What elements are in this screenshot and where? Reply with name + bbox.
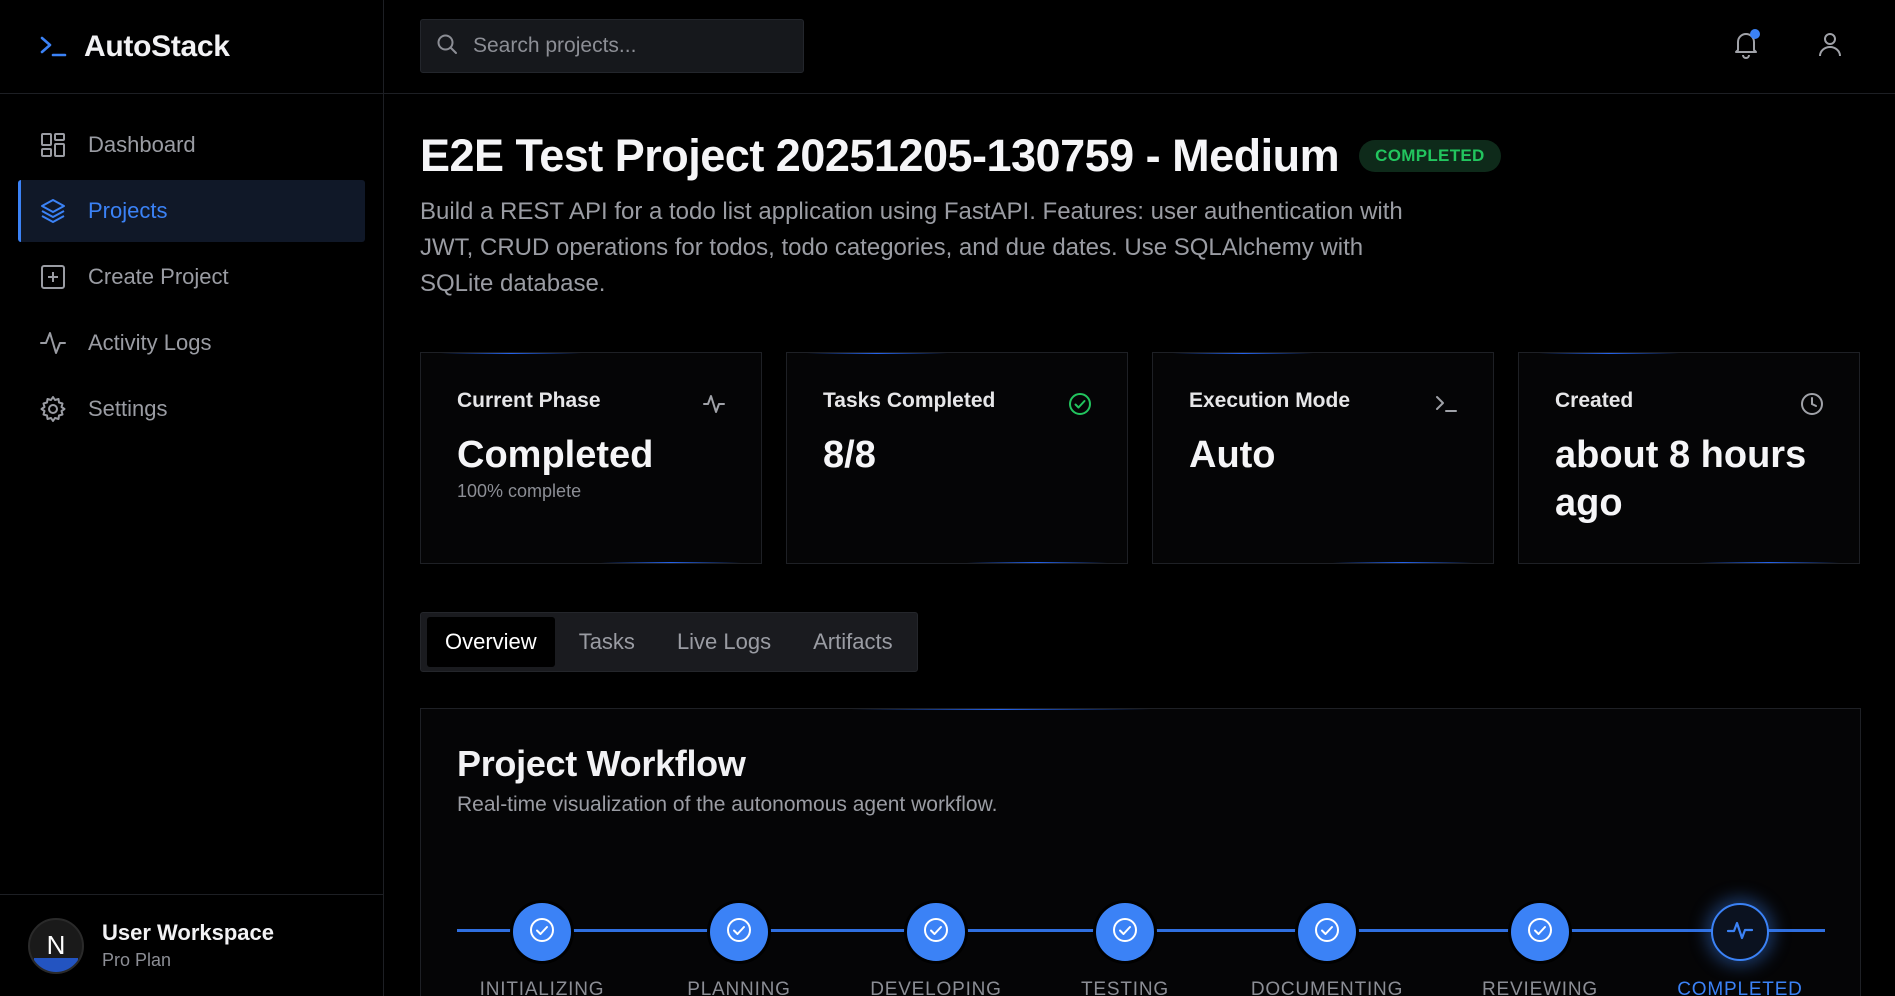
stat-value: 8/8 bbox=[823, 434, 876, 476]
stat-card-execution-mode: Execution Mode Auto bbox=[1152, 352, 1494, 564]
workflow-step-testing[interactable]: TESTING bbox=[1025, 903, 1225, 996]
clock-icon bbox=[1799, 391, 1825, 417]
brand[interactable]: AutoStack bbox=[0, 0, 383, 94]
sidebar: AutoStack Dashboard Projects Create Proj… bbox=[0, 0, 384, 996]
plus-square-icon bbox=[38, 262, 68, 292]
status-badge: COMPLETED bbox=[1359, 140, 1501, 172]
workspace-name: User Workspace bbox=[102, 920, 275, 945]
stat-sub: 100% complete bbox=[457, 481, 582, 501]
sidebar-item-label: Projects bbox=[88, 198, 168, 223]
step-node bbox=[907, 903, 965, 961]
workspace-plan: Pro Plan bbox=[102, 950, 172, 970]
step-node bbox=[710, 903, 768, 961]
stat-label: Execution Mode bbox=[1189, 389, 1351, 412]
sidebar-item-label: Create Project bbox=[88, 264, 229, 289]
tab-artifacts[interactable]: Artifacts bbox=[795, 617, 910, 667]
avatar: N bbox=[28, 917, 84, 974]
workflow-step-reviewing[interactable]: REVIEWING bbox=[1440, 903, 1640, 996]
workflow-step-initializing[interactable]: INITIALIZING bbox=[442, 903, 642, 996]
check-circle-icon bbox=[528, 916, 556, 949]
sidebar-item-activity-logs[interactable]: Activity Logs bbox=[18, 312, 365, 374]
activity-icon bbox=[701, 391, 727, 417]
page-title: E2E Test Project 20251205-130759 - Mediu… bbox=[420, 130, 1340, 181]
stat-label: Current Phase bbox=[457, 389, 601, 412]
terminal-icon bbox=[1433, 391, 1459, 417]
activity-icon bbox=[38, 328, 68, 358]
step-label: DEVELOPING bbox=[870, 979, 1002, 996]
check-circle-icon bbox=[1526, 916, 1554, 949]
user-icon bbox=[1815, 29, 1845, 64]
user-menu-button[interactable] bbox=[1810, 26, 1850, 66]
sidebar-item-create-project[interactable]: Create Project bbox=[18, 246, 365, 308]
check-circle-icon bbox=[1067, 391, 1093, 417]
step-label: COMPLETED bbox=[1677, 979, 1803, 996]
step-label: TESTING bbox=[1081, 979, 1169, 996]
stat-card-current-phase: Current Phase Completed 100% complete bbox=[420, 352, 762, 564]
sidebar-item-settings[interactable]: Settings bbox=[18, 378, 365, 440]
stats-cards: Current Phase Completed 100% complete Ta… bbox=[420, 352, 1860, 564]
notifications-button[interactable] bbox=[1726, 26, 1766, 66]
tab-overview[interactable]: Overview bbox=[427, 617, 555, 667]
search-box[interactable] bbox=[420, 19, 804, 73]
check-circle-icon bbox=[1313, 916, 1341, 949]
sidebar-item-dashboard[interactable]: Dashboard bbox=[18, 114, 365, 176]
sidebar-item-label: Activity Logs bbox=[88, 330, 212, 355]
stat-value: Auto bbox=[1189, 434, 1276, 476]
sidebar-item-label: Settings bbox=[88, 396, 168, 421]
layers-icon bbox=[38, 196, 68, 226]
step-node bbox=[1298, 903, 1356, 961]
step-node-current bbox=[1711, 903, 1769, 961]
tab-tasks[interactable]: Tasks bbox=[561, 617, 653, 667]
stat-label: Tasks Completed bbox=[823, 389, 996, 412]
sidebar-nav: Dashboard Projects Create Project Activi… bbox=[0, 94, 383, 440]
dashboard-icon bbox=[38, 130, 68, 160]
step-label: DOCUMENTING bbox=[1250, 979, 1404, 996]
top-header bbox=[384, 0, 1895, 94]
workflow-subtitle: Real-time visualization of the autonomou… bbox=[457, 793, 998, 816]
workflow-step-completed[interactable]: COMPLETED bbox=[1640, 903, 1840, 996]
gear-icon bbox=[38, 394, 68, 424]
step-node bbox=[1096, 903, 1154, 961]
terminal-icon bbox=[38, 32, 68, 62]
app-name: AutoStack bbox=[84, 29, 230, 63]
workflow-card: Project Workflow Real-time visualization… bbox=[420, 708, 1861, 996]
project-description: Build a REST API for a todo list applica… bbox=[420, 198, 1403, 297]
workflow-step-documenting[interactable]: DOCUMENTING bbox=[1227, 903, 1427, 996]
stat-card-created: Created about 8 hours ago bbox=[1518, 352, 1860, 564]
title-row: E2E Test Project 20251205-130759 - Mediu… bbox=[420, 130, 1501, 182]
stat-value: about 8 hours ago bbox=[1555, 434, 1807, 524]
check-circle-icon bbox=[1111, 916, 1139, 949]
step-node bbox=[513, 903, 571, 961]
workflow-step-planning[interactable]: PLANNING bbox=[639, 903, 839, 996]
sidebar-item-label: Dashboard bbox=[88, 132, 196, 157]
workspace-switcher[interactable]: N User Workspace Pro Plan bbox=[0, 894, 383, 996]
stat-label: Created bbox=[1555, 389, 1634, 412]
step-node bbox=[1511, 903, 1569, 961]
tab-live-logs[interactable]: Live Logs bbox=[659, 617, 789, 667]
stat-card-tasks-completed: Tasks Completed 8/8 bbox=[786, 352, 1128, 564]
workflow-title: Project Workflow bbox=[457, 743, 746, 784]
step-label: INITIALIZING bbox=[479, 979, 605, 996]
activity-icon bbox=[1725, 915, 1755, 950]
search-input[interactable] bbox=[473, 34, 793, 58]
tab-bar: Overview Tasks Live Logs Artifacts bbox=[420, 612, 918, 672]
check-circle-icon bbox=[725, 916, 753, 949]
workflow-step-developing[interactable]: DEVELOPING bbox=[836, 903, 1036, 996]
stat-value: Completed bbox=[457, 434, 654, 476]
search-icon bbox=[435, 32, 459, 61]
check-circle-icon bbox=[922, 916, 950, 949]
step-label: PLANNING bbox=[687, 979, 791, 996]
notification-dot bbox=[1750, 29, 1760, 39]
step-label: REVIEWING bbox=[1482, 979, 1598, 996]
sidebar-item-projects[interactable]: Projects bbox=[18, 180, 365, 242]
